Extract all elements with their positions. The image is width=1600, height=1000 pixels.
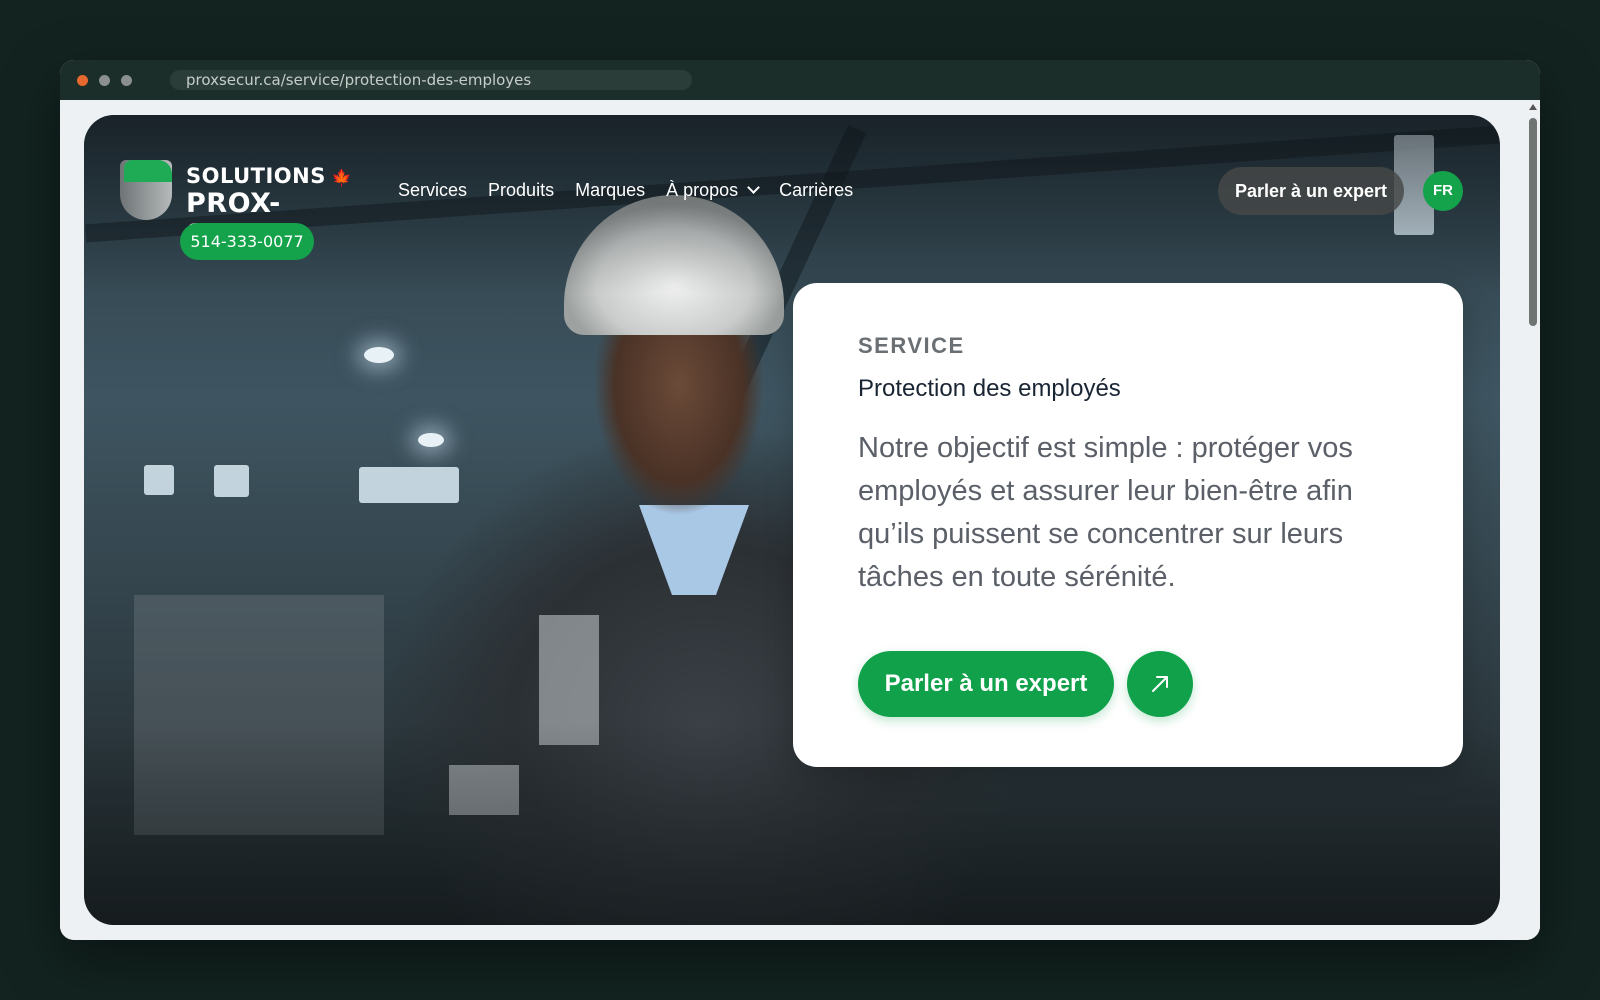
phone-button[interactable]: 514-333-0077 (180, 223, 314, 260)
language-toggle[interactable]: FR (1423, 171, 1463, 211)
maximize-window-button[interactable] (121, 75, 132, 86)
logo-text-solutions: SOLUTIONS (186, 164, 326, 188)
nav-a-propos[interactable]: À propos (666, 178, 761, 202)
arrow-up-right-icon (1152, 676, 1168, 692)
header-talk-to-expert-button[interactable]: Parler à un expert (1218, 167, 1404, 215)
chevron-down-icon (747, 180, 761, 194)
nav-produits[interactable]: Produits (488, 178, 554, 202)
hero-section: SOLUTIONS🍁 PROX-SECUR 514-333-0077 Servi… (84, 115, 1500, 925)
nav-services[interactable]: Services (398, 178, 467, 202)
page-viewport: SOLUTIONS🍁 PROX-SECUR 514-333-0077 Servi… (60, 100, 1540, 940)
logo-wordmark-line1: SOLUTIONS 🍁 (186, 164, 352, 188)
scroll-up-arrow-icon[interactable] (1529, 104, 1537, 110)
arrow-button[interactable] (1127, 651, 1193, 717)
shield-logo-icon (120, 160, 172, 220)
main-nav: Services Produits Marques À propos Carri… (398, 178, 853, 202)
page-title: Protection des employés (858, 375, 1121, 402)
service-eyebrow: SERVICE (858, 333, 965, 358)
scrollbar-thumb[interactable] (1529, 118, 1537, 326)
browser-window: proxsecur.ca/service/protection-des-empl… (60, 60, 1540, 940)
browser-titlebar: proxsecur.ca/service/protection-des-empl… (60, 60, 1540, 100)
talk-to-expert-button[interactable]: Parler à un expert (858, 651, 1114, 717)
service-card: SERVICE Protection des employés Notre ob… (793, 283, 1463, 767)
close-window-button[interactable] (77, 75, 88, 86)
address-bar[interactable]: proxsecur.ca/service/protection-des-empl… (170, 70, 692, 90)
maple-leaf-icon: 🍁 (331, 168, 353, 187)
service-description: Notre objectif est simple : protéger vos… (858, 432, 1353, 593)
nav-carrieres[interactable]: Carrières (779, 178, 853, 202)
minimize-window-button[interactable] (99, 75, 110, 86)
site-logo[interactable]: SOLUTIONS🍁 PROX-SECUR (120, 160, 360, 250)
nav-marques[interactable]: Marques (575, 178, 645, 202)
nav-a-propos-label: À propos (666, 180, 739, 200)
vertical-scrollbar[interactable] (1526, 100, 1540, 940)
